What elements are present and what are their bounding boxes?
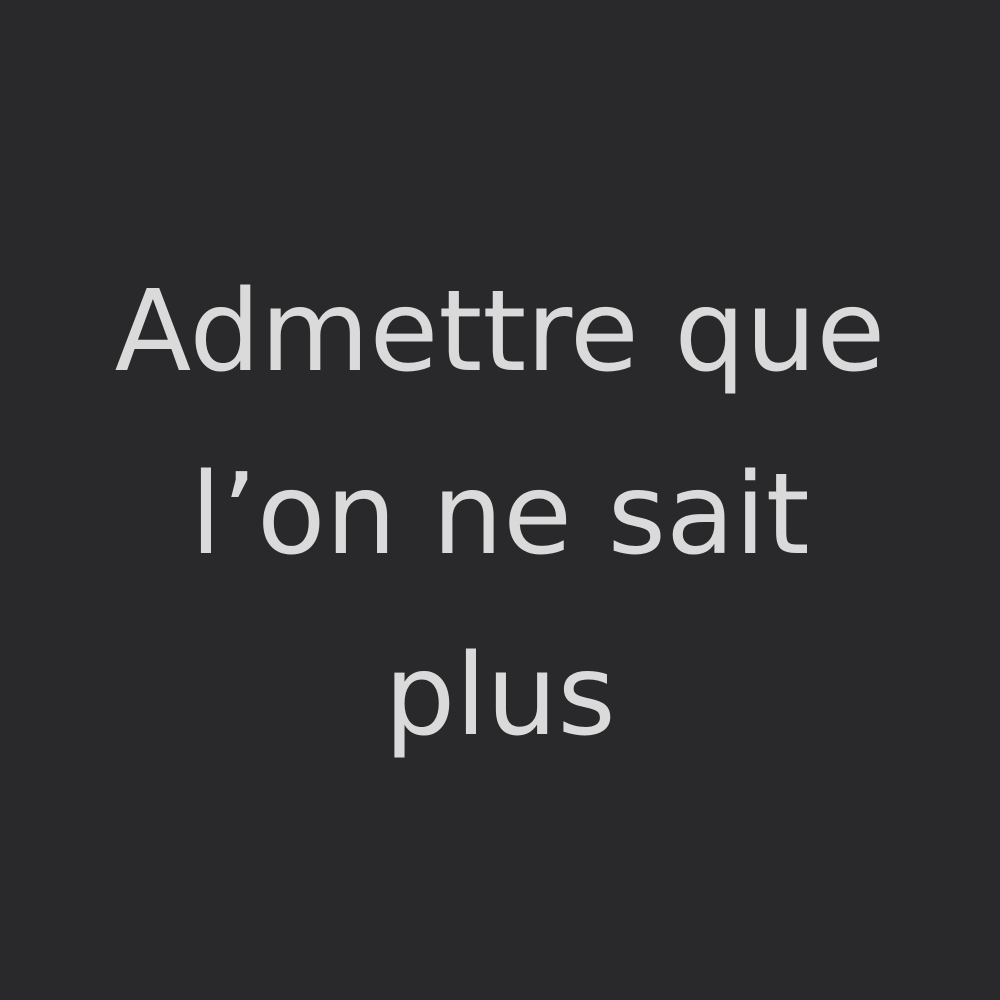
quote-text: Admettre que l’on ne sait plus xyxy=(0,0,1000,1000)
quote-line-2: l’on ne sait xyxy=(190,450,810,580)
quote-card: Admettre que l’on ne sait plus xyxy=(0,0,1000,1000)
quote-line-1: Admettre que xyxy=(114,267,886,397)
quote-line-3: plus xyxy=(384,631,616,761)
